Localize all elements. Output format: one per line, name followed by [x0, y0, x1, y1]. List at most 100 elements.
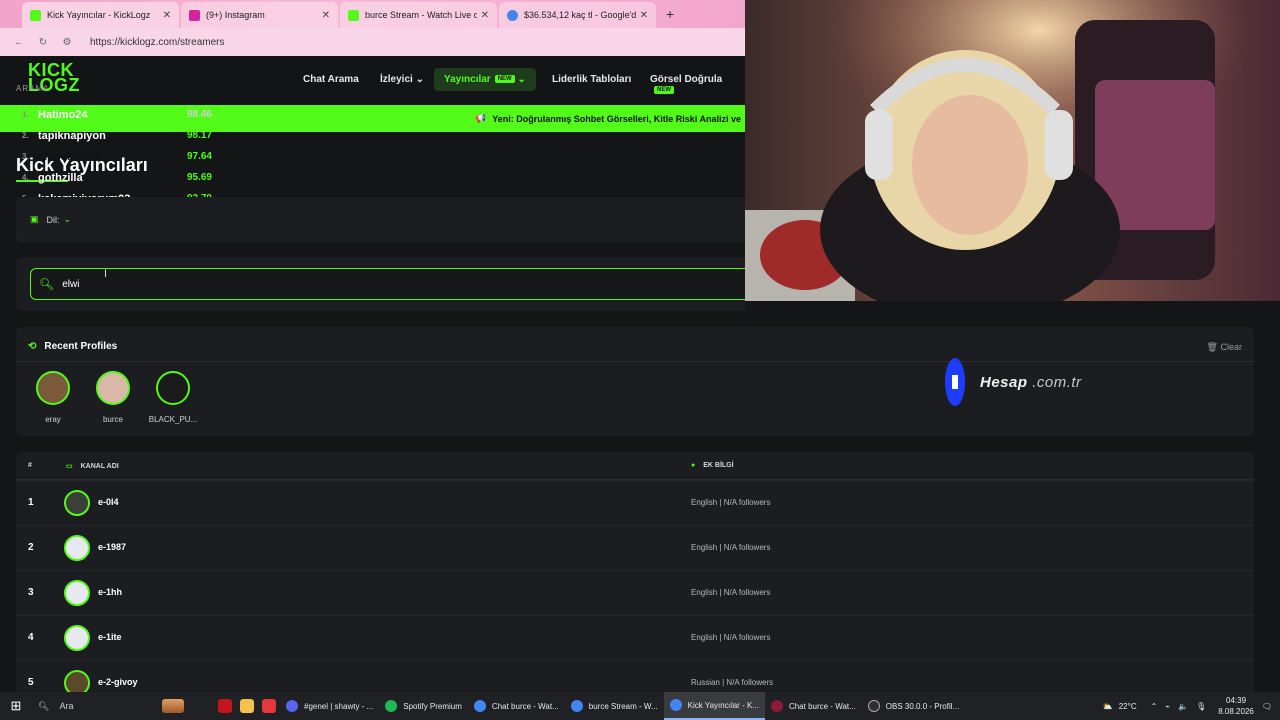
weather-icon: ⛅ — [1102, 701, 1113, 711]
taskbar-app-chrome-kick[interactable]: Kick Yayıncılar - K... — [663, 692, 765, 720]
chevron-down-icon: ⌄ — [415, 74, 424, 85]
logo-subtitle: ARAMA — [16, 84, 50, 93]
clear-recent-button[interactable]: 🗑 Clear — [1207, 342, 1242, 353]
nav-leaderboards[interactable]: Liderlik Tabloları — [552, 74, 631, 85]
taskbar-app-discord[interactable]: #genel | shawty - ... — [280, 692, 379, 720]
clear-label: Clear — [1220, 342, 1242, 352]
avatar — [64, 580, 90, 606]
text-cursor-icon: I — [104, 268, 108, 280]
mic-icon[interactable]: 🎙 — [1196, 702, 1206, 711]
recent-profiles-heading: ⟲ Recent Profiles — [28, 341, 117, 352]
browser-tab-kicklogz[interactable]: Kick Yayıncılar - KickLogz ✕ — [22, 2, 179, 28]
new-tab-button[interactable]: + — [666, 6, 674, 22]
channel-name[interactable]: e-1hh — [98, 587, 122, 597]
taskbar-app-chrome-stream[interactable]: burce Stream - W... — [565, 692, 664, 720]
app-red-icon[interactable] — [258, 692, 280, 720]
taskbar-app-label: Chat burce - Wat... — [788, 701, 856, 711]
browser-tab-google[interactable]: $36.534,12 kaç tl - Google'da A ✕ — [499, 2, 656, 28]
kick-favicon-icon — [348, 9, 359, 21]
taskbar-search-label: Ara — [59, 701, 74, 711]
channel-name[interactable]: e-1ite — [98, 632, 122, 642]
row-rank: 1 — [28, 497, 34, 508]
site-navbar: KICK LOGZ ARAMA Chat Arama İzleyici ⌄ Yay… — [0, 57, 745, 105]
acrobat-icon[interactable] — [214, 692, 236, 720]
browser-tab-instagram[interactable]: (9+) Instagram ✕ — [181, 2, 338, 28]
channel-header: ▭ KANAL ADI — [66, 462, 119, 471]
channel-name[interactable]: e-2-givoy — [98, 677, 138, 687]
back-icon[interactable]: ← — [10, 37, 28, 48]
extra-info-header-label: EK BİLGİ — [703, 462, 734, 469]
tab-title: $36.534,12 kaç tl - Google'da A — [524, 10, 636, 20]
url-field[interactable]: https://kicklogz.com/streamers — [90, 37, 224, 48]
language-filter[interactable]: ▣ Dil: ⌄ — [16, 197, 745, 242]
reload-icon[interactable]: ↻ — [34, 37, 52, 48]
file-explorer-icon[interactable] — [236, 692, 258, 720]
leaderboard-name: tapiknapiyon — [38, 129, 106, 142]
close-tab-icon[interactable]: ✕ — [640, 10, 648, 21]
recent-profile-name: eray — [45, 415, 61, 424]
taskbar-app-label: Chat burce - Wat... — [491, 701, 559, 711]
widget-landscape-icon[interactable] — [162, 692, 184, 720]
tray-chevron-icon[interactable]: ⌃ — [1151, 702, 1158, 711]
site-info-icon[interactable]: ⚙ — [58, 37, 76, 48]
new-badge: NEW — [494, 75, 515, 84]
network-icon[interactable]: ⌁ — [1165, 702, 1170, 711]
taskbar-app-label: burce Stream - W... — [588, 701, 658, 711]
channel-name[interactable]: e-1987 — [98, 542, 126, 552]
nav-chat-search[interactable]: Chat Arama — [303, 74, 359, 85]
table-row[interactable]: 3 e-1hh English | N/A followers — [16, 570, 1254, 615]
system-tray: ⛅ 22°C ⌃ ⌁ 🔈 🎙 04:39 8.08.2026 🗨 — [1103, 692, 1280, 720]
close-tab-icon[interactable]: ✕ — [163, 10, 171, 21]
table-row[interactable]: 5 e-2-givoy Russian | N/A followers — [16, 660, 1254, 692]
tv-icon: ▭ — [66, 463, 73, 470]
instagram-favicon-icon — [189, 9, 200, 21]
close-tab-icon[interactable]: ✕ — [481, 10, 489, 21]
leaderboard-row: 1. Hatimo24 98.46 — [22, 104, 212, 125]
table-row[interactable]: 2 e-1987 English | N/A followers — [16, 525, 1254, 570]
banner-text: Yeni: Doğrulanmış Sohbet Görselleri, Kit… — [492, 113, 741, 124]
search-input[interactable] — [62, 278, 663, 290]
leaderboard-score: 95.69 — [186, 172, 212, 183]
language-filter-label: Dil: — [46, 214, 60, 225]
taskbar-app-chrome-chat[interactable]: Chat burce - Wat... — [468, 692, 565, 720]
channel-header-label: KANAL ADI — [80, 462, 119, 470]
browser-tab-burce-stream[interactable]: burce Stream - Watch Live on K ✕ — [340, 2, 497, 28]
leaderboard-score: 98.17 — [186, 130, 212, 141]
taskbar-app-obs[interactable]: OBS 30.0.0 - Profil... — [862, 692, 965, 720]
nav-viewer[interactable]: İzleyici ⌄ — [380, 74, 424, 85]
leaderboard-name: gothzilla — [38, 171, 83, 184]
table-row[interactable]: 4 e-1ite English | N/A followers — [16, 615, 1254, 660]
nav-streamers[interactable]: Yayıncılar NEW ⌄ — [434, 68, 536, 91]
taskbar-search[interactable]: 🔍︎ Ara — [32, 701, 162, 712]
extra-info-header: ● EK BİLGİ — [691, 462, 734, 469]
search-icon: 🔍︎ — [39, 277, 55, 291]
notification-icon[interactable]: 🗨 — [1262, 702, 1272, 711]
hesap-ad-text: Hesap .com.tr — [980, 374, 1082, 391]
recent-profile[interactable]: eray — [23, 371, 83, 424]
volume-icon[interactable]: 🔈 — [1178, 702, 1188, 711]
windows-start-icon[interactable]: ⊞ — [0, 698, 32, 714]
address-bar: ← ↻ ⚙ https://kicklogz.com/streamers — [0, 28, 745, 56]
hesap-ad-banner[interactable]: Hesap .com.tr — [944, 357, 1082, 407]
chevron-down-icon: ⌄ — [517, 74, 526, 85]
taskbar-app-chat-window[interactable]: Chat burce - Wat... — [765, 692, 862, 720]
chrome-icon — [669, 699, 682, 711]
close-tab-icon[interactable]: ✕ — [322, 10, 330, 21]
avatar — [96, 371, 130, 405]
browser-tabbar: Kick Yayıncılar - KickLogz ✕ (9+) Instag… — [0, 0, 745, 28]
channel-name[interactable]: e-0l4 — [98, 497, 119, 507]
channel-info: English | N/A followers — [691, 633, 771, 642]
hesap-brand: Hesap — [980, 373, 1028, 391]
search-box[interactable]: 🔍︎ — [30, 268, 745, 300]
chrome-icon — [473, 700, 486, 712]
taskbar-app-spotify[interactable]: Spotify Premium — [379, 692, 468, 720]
table-row[interactable]: 1 e-0l4 English | N/A followers — [16, 480, 1254, 525]
clock[interactable]: 04:39 8.08.2026 — [1218, 695, 1254, 717]
recent-profile[interactable]: burce — [83, 371, 143, 424]
history-icon: ⟲ — [28, 341, 37, 352]
recent-profile[interactable]: BLACK_PU... — [143, 371, 203, 424]
tab-title: Kick Yayıncılar - KickLogz — [47, 10, 151, 20]
tab-title: burce Stream - Watch Live on K — [365, 10, 477, 20]
widget-thumbnail — [162, 699, 184, 713]
nav-visual-verify[interactable]: Görsel DoğrulaNEW — [650, 74, 745, 96]
